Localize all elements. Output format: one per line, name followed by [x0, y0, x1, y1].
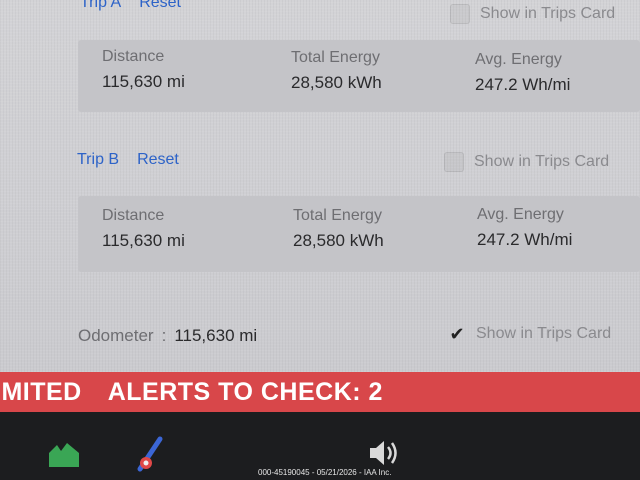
alert-banner-prefix: IMITED	[0, 377, 82, 406]
odometer-label: Odometer	[78, 326, 154, 345]
trip-b-show-in-card-label: Show in Trips Card	[474, 153, 610, 170]
trip-a-show-in-card-checkbox[interactable]	[450, 4, 470, 24]
trip-b-energy-value: 28,580 kWh	[293, 231, 384, 250]
odometer-show-in-card-checkbox[interactable]: ✔	[448, 324, 466, 344]
trip-b-total-energy: Total Energy 28,580 kWh	[293, 207, 384, 251]
trip-b-show-in-card-checkbox[interactable]	[444, 152, 464, 172]
alert-banner[interactable]: IMITED ALERTS TO CHECK: 2	[0, 372, 640, 412]
trip-a-avg-energy: Avg. Energy 247.2 Wh/mi	[475, 51, 570, 95]
odometer-show-in-card[interactable]: ✔ Show in Trips Card	[448, 324, 612, 344]
trip-a-reset-button[interactable]: Reset	[139, 0, 181, 12]
car-icon[interactable]	[44, 438, 84, 472]
trip-a-distance: Distance 115,630 mi	[102, 48, 185, 92]
trip-b-title: Trip B	[77, 151, 120, 168]
trip-b-header: Trip B Reset	[77, 151, 179, 169]
trip-a-avg-label: Avg. Energy	[475, 51, 562, 68]
odometer-show-in-card-label: Show in Trips Card	[476, 325, 612, 342]
volume-icon[interactable]	[364, 436, 402, 470]
odometer: Odometer:115,630 mi	[78, 326, 257, 346]
trip-b-avg-energy: Avg. Energy 247.2 Wh/mi	[477, 206, 572, 250]
odometer-value: 115,630 mi	[174, 326, 258, 345]
trip-b-distance-label: Distance	[102, 207, 165, 224]
odometer-separator: :	[161, 326, 167, 345]
trip-b-distance: Distance 115,630 mi	[102, 207, 185, 251]
trip-a-avg-value: 247.2 Wh/mi	[475, 75, 571, 94]
wiper-icon[interactable]	[132, 434, 168, 474]
trip-a-energy-label: Total Energy	[291, 49, 380, 66]
trips-screen: Trip A Reset Show in Trips Card Distance…	[0, 0, 640, 480]
trip-a-header: Trip A Reset	[80, 0, 181, 12]
trip-a-total-energy: Total Energy 28,580 kWh	[291, 49, 382, 93]
trip-a-title: Trip A	[80, 0, 122, 11]
trip-b-avg-value: 247.2 Wh/mi	[477, 230, 573, 249]
trip-b-reset-button[interactable]: Reset	[137, 151, 179, 169]
trip-b-energy-label: Total Energy	[293, 207, 382, 224]
alert-banner-alerts: ALERTS TO CHECK: 2	[107, 377, 383, 406]
trip-a-distance-value: 115,630 mi	[102, 72, 185, 91]
trip-a-energy-value: 28,580 kWh	[291, 73, 382, 92]
trip-b-distance-value: 115,630 mi	[102, 231, 185, 250]
trip-a-show-in-card[interactable]: Show in Trips Card	[450, 4, 615, 24]
trip-b-show-in-card[interactable]: Show in Trips Card	[444, 152, 609, 172]
trip-b-avg-label: Avg. Energy	[477, 206, 564, 223]
watermark: 000-45190045 - 05/21/2026 - IAA Inc.	[258, 468, 392, 477]
trip-a-distance-label: Distance	[102, 48, 165, 65]
trip-a-show-in-card-label: Show in Trips Card	[480, 5, 616, 22]
